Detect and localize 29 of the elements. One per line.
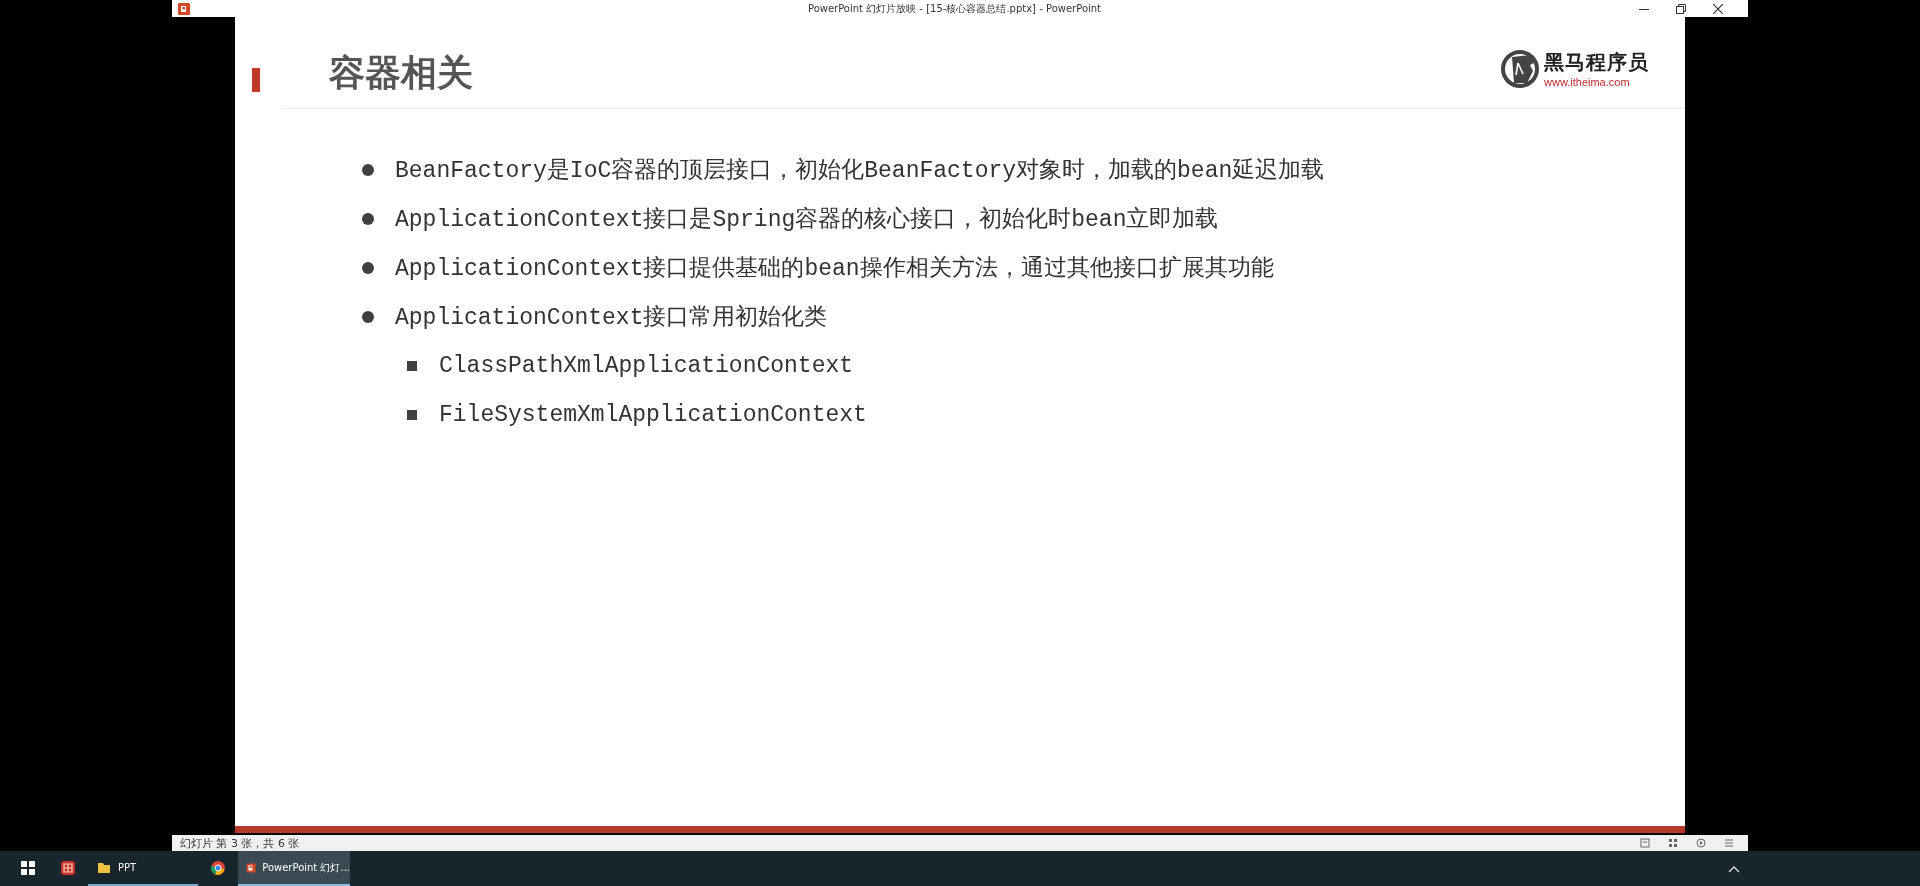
bullet-dot-icon	[362, 261, 374, 274]
bullet-dot-icon	[362, 310, 374, 323]
bullet-text: ApplicationContext接口常用初始化类	[395, 303, 828, 332]
bullet-text: ApplicationContext接口是Spring容器的核心接口，初始化时bean立即加载	[395, 205, 1219, 234]
bullet-text: ClassPathXmlApplicationContext	[439, 352, 854, 379]
taskbar-button[interactable]: PowerPoint 幻灯...	[238, 851, 350, 886]
bullet-text: FileSystemXmlApplicationContext	[439, 401, 867, 428]
bullet-dot-icon	[362, 163, 374, 176]
slide-title: 容器相关	[329, 51, 473, 95]
restore-icon[interactable]	[1676, 3, 1686, 14]
bullet-dot-icon	[362, 212, 374, 225]
bullet-square-icon	[407, 360, 417, 371]
window-title: PowerPoint 幻灯片放映 - [15-核心容器总结.pptx] - PowerPoint	[806, 1, 1103, 16]
windows-icon	[20, 859, 36, 876]
grid-icon[interactable]	[1668, 838, 1678, 848]
chevron-up-icon[interactable]	[1728, 864, 1740, 873]
taskbar-button[interactable]: PPT	[88, 851, 198, 886]
bullet-text: ApplicationContext接口提供基础的bean操作相关方法，通过其他接口扩展其功能	[395, 254, 1274, 283]
status-text: 幻灯片 第 3 张，共 6 张	[180, 835, 300, 851]
accent-bar	[252, 68, 260, 92]
close-icon[interactable]	[1713, 3, 1723, 14]
logo-name: 黑马程序员	[1544, 49, 1649, 76]
bullet-text: BeanFactory是IoC容器的顶层接口，初始化BeanFactory对象时，加载的bean延迟加载	[395, 156, 1325, 185]
browser-icon	[210, 859, 226, 876]
bullet-square-icon	[407, 409, 417, 420]
logo-url: www.itheima.com	[1544, 76, 1631, 88]
grid-app-icon	[60, 859, 76, 876]
play-icon[interactable]	[1696, 838, 1706, 848]
notes-icon[interactable]	[1640, 838, 1650, 848]
